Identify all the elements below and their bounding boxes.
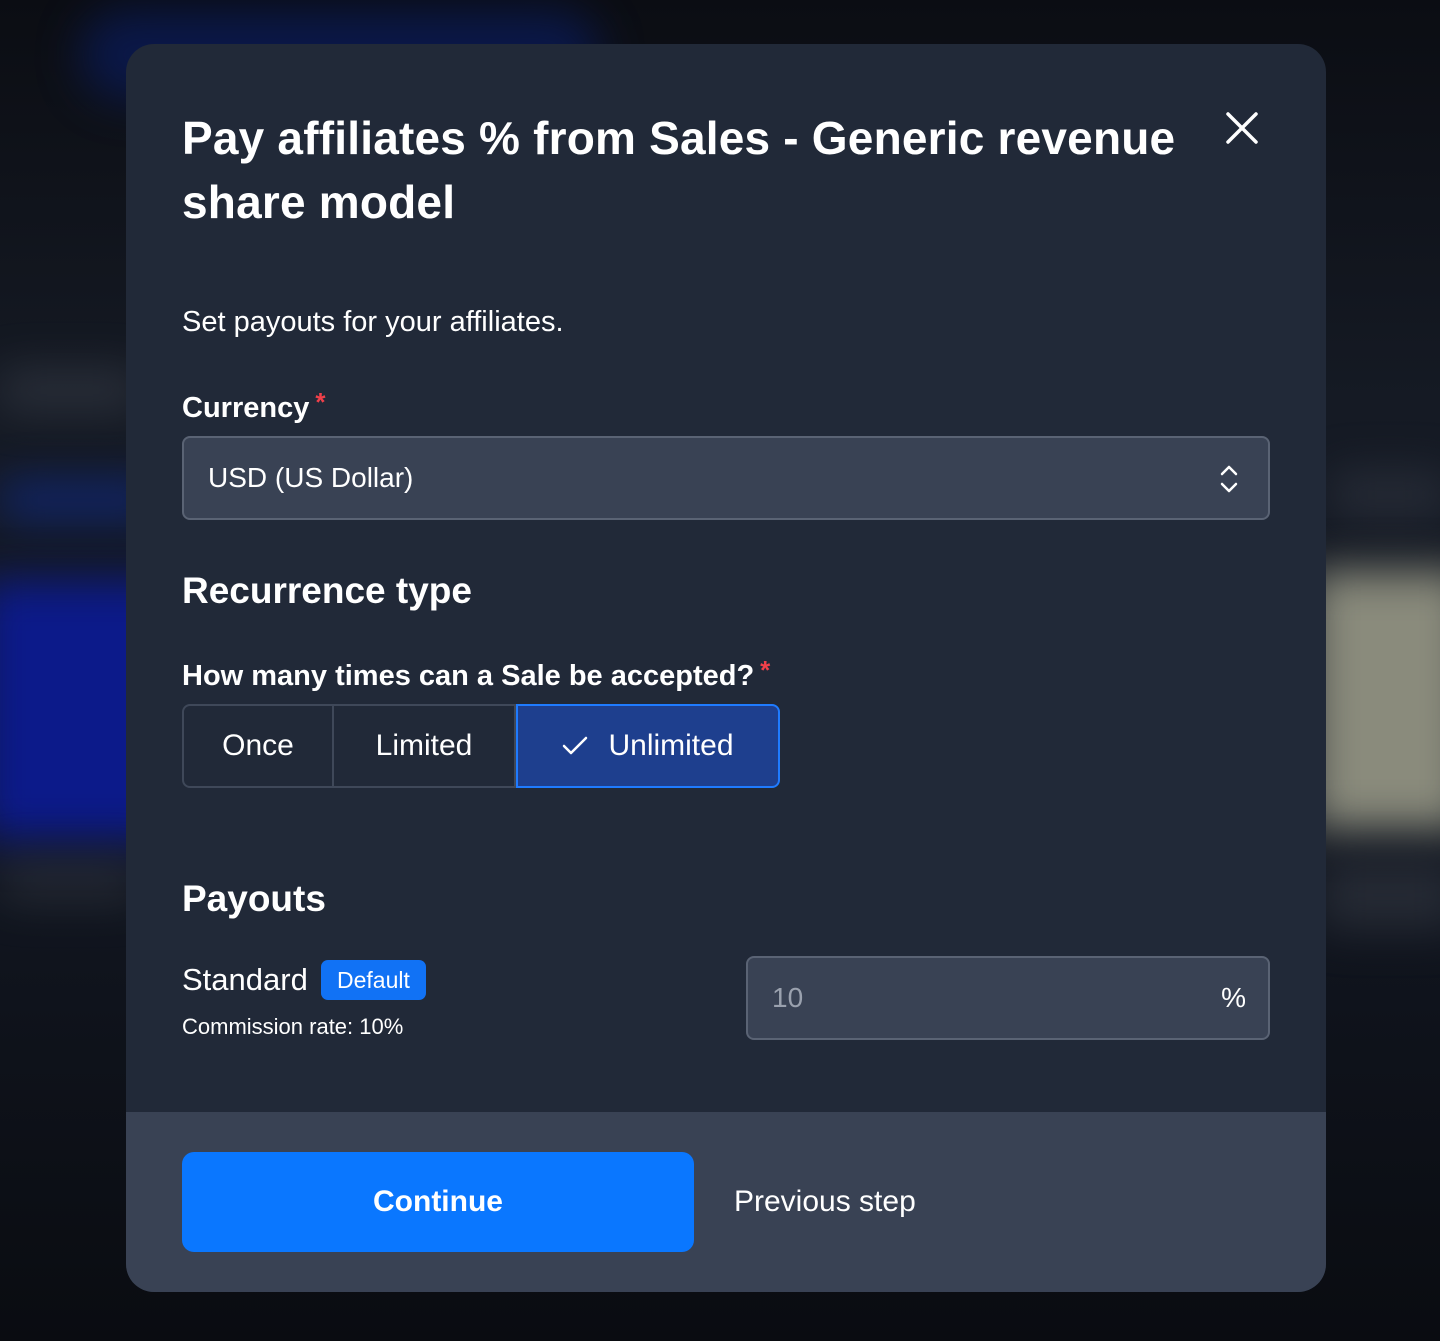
modal-title: Pay affiliates % from Sales - Generic re… bbox=[182, 112, 1176, 228]
continue-button[interactable]: Continue bbox=[182, 1152, 694, 1252]
background-blur-shape bbox=[1320, 860, 1440, 930]
chevron-up-down-icon bbox=[1220, 465, 1238, 493]
payouts-heading: Payouts bbox=[182, 878, 326, 919]
previous-step-button[interactable]: Previous step bbox=[734, 1180, 916, 1224]
currency-label: Currency * bbox=[182, 382, 325, 428]
currency-select[interactable]: USD (US Dollar) bbox=[182, 436, 1270, 520]
recurrence-option-unlimited[interactable]: Unlimited bbox=[516, 704, 780, 788]
currency-select-value: USD (US Dollar) bbox=[208, 462, 414, 493]
commission-rate-value: 10 bbox=[772, 982, 804, 1013]
recurrence-option-unlimited-label: Unlimited bbox=[608, 729, 734, 762]
close-icon bbox=[1226, 112, 1258, 144]
background-blur-shape bbox=[1330, 470, 1440, 520]
modal-footer: Continue Previous step bbox=[126, 1112, 1326, 1292]
commission-rate-input[interactable]: 10 % bbox=[746, 956, 1270, 1040]
payout-settings-modal: Pay affiliates % from Sales - Generic re… bbox=[126, 44, 1326, 1292]
currency-label-text: Currency bbox=[182, 392, 310, 424]
default-badge: Default bbox=[321, 960, 426, 1000]
background-blur-shape bbox=[0, 370, 140, 410]
check-icon bbox=[563, 736, 588, 755]
modal-intro-text: Set payouts for your affiliates. bbox=[182, 306, 564, 338]
recurrence-question-text: How many times can a Sale be accepted? bbox=[182, 660, 755, 692]
background-blur-shape bbox=[1310, 570, 1440, 830]
required-marker: * bbox=[315, 387, 326, 417]
recurrence-segmented-control: Once Limited Unlimited bbox=[182, 704, 780, 788]
percent-suffix: % bbox=[1221, 982, 1246, 1013]
recurrence-option-once[interactable]: Once bbox=[182, 704, 334, 788]
background-blur-shape bbox=[0, 860, 140, 900]
close-button[interactable] bbox=[1222, 108, 1262, 148]
recurrence-type-heading: Recurrence type bbox=[182, 570, 472, 611]
required-marker: * bbox=[760, 655, 771, 685]
payout-name: Standard bbox=[182, 962, 308, 997]
recurrence-question-label: How many times can a Sale be accepted? * bbox=[182, 650, 770, 696]
recurrence-option-limited[interactable]: Limited bbox=[334, 704, 516, 788]
commission-rate-text: Commission rate: 10% bbox=[182, 1014, 404, 1039]
